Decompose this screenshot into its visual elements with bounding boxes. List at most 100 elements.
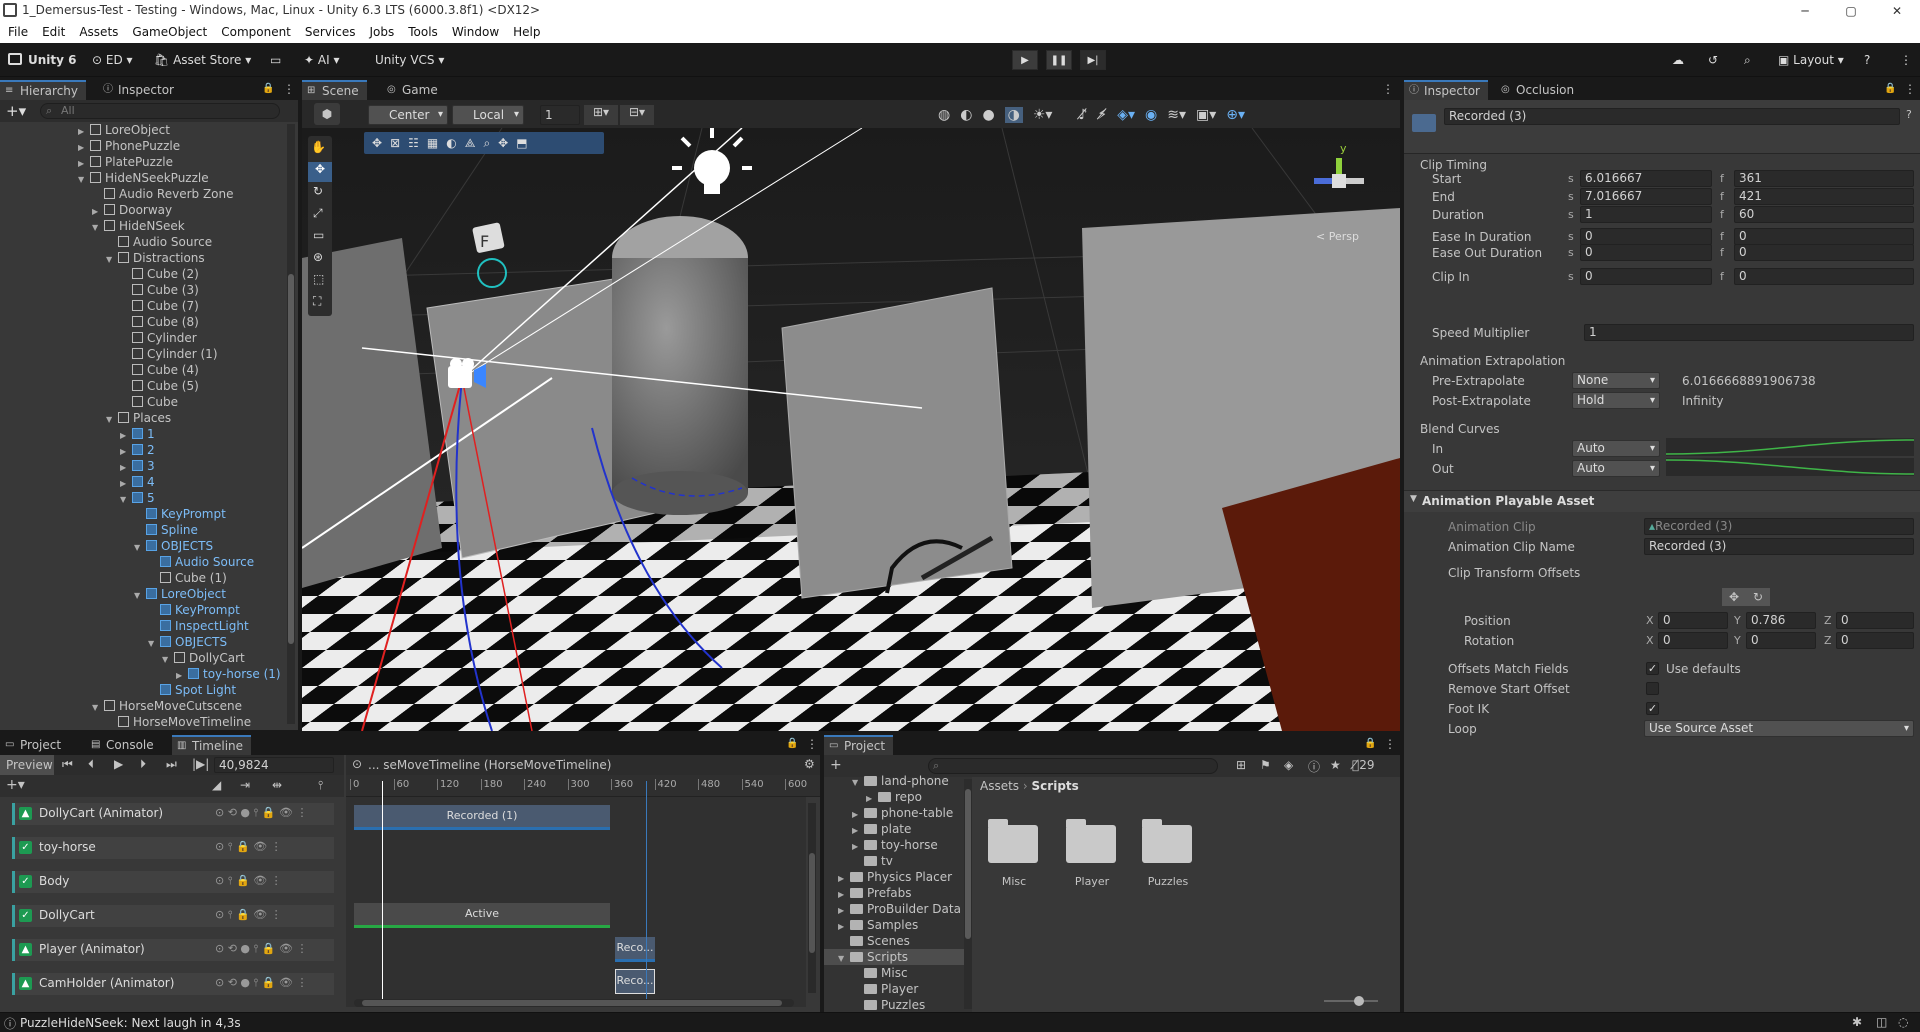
animation-clip-field[interactable]: ▴Recorded (3): [1644, 518, 1914, 535]
search-icon[interactable]: ⌕: [1744, 51, 1751, 69]
expand-down-icon[interactable]: ▼: [120, 492, 132, 508]
timing-frames-field[interactable]: 0: [1734, 228, 1914, 245]
filter-icon[interactable]: ◈: [1284, 758, 1293, 772]
track-controls[interactable]: ⊙ ⟲ ● ⫯ 🔒 👁 ⋮: [215, 942, 307, 956]
lock-icon[interactable]: 🔒: [262, 83, 274, 94]
timeline-track[interactable]: ✓ DollyCart ⊙ ⫯ 🔒 👁 ⋮: [12, 905, 334, 927]
bug-icon[interactable]: ✱: [1852, 1015, 1862, 1029]
position-y-field[interactable]: 0.786: [1746, 612, 1816, 629]
status-message[interactable]: PuzzleHideNSeek: Next laugh in 4,3s: [20, 1016, 241, 1030]
expand-down-icon[interactable]: ▼: [134, 540, 146, 556]
move-tool-icon[interactable]: ✥: [308, 162, 332, 182]
close-button[interactable]: ✕: [1874, 0, 1920, 22]
blend-in-curve[interactable]: [1666, 438, 1914, 456]
prev-frame-icon[interactable]: ⏴: [88, 757, 94, 772]
search-by-label-icon[interactable]: ⚑: [1260, 758, 1271, 772]
overlay-tool-3-icon[interactable]: ☷: [408, 136, 419, 150]
gizmos-icon[interactable]: ⊕▾: [1226, 107, 1245, 123]
ripple-icon[interactable]: ◢: [212, 778, 221, 792]
hierarchy-item[interactable]: ▼ Places: [106, 410, 171, 426]
timeline-h-scroll-thumb[interactable]: [362, 1000, 782, 1006]
menu-services[interactable]: Services: [298, 22, 363, 43]
expand-down-icon[interactable]: ▼: [106, 252, 118, 268]
project-tree-scrollbar[interactable]: [964, 779, 972, 1009]
timing-seconds-field[interactable]: 0: [1580, 244, 1712, 261]
perspective-label[interactable]: < Persp: [1316, 230, 1359, 243]
minimize-button[interactable]: ─: [1782, 0, 1828, 22]
timing-frames-field[interactable]: 0: [1734, 268, 1914, 285]
hierarchy-item[interactable]: ▶ 1: [120, 426, 155, 442]
unity-account-button[interactable]: Unity 6: [8, 51, 77, 69]
hierarchy-item[interactable]: ▶ PlatePuzzle: [78, 154, 173, 170]
custom-tool-icon[interactable]: ⬚: [313, 272, 324, 286]
rotate-tool-icon[interactable]: ↻: [313, 184, 323, 198]
project-tree-item[interactable]: Scenes: [838, 933, 910, 949]
timing-frames-field[interactable]: 0: [1734, 244, 1914, 261]
playhead[interactable]: [382, 781, 383, 1007]
folder-puzzles[interactable]: Puzzles: [1138, 815, 1198, 895]
next-frame-icon[interactable]: ⏵: [140, 757, 146, 772]
hierarchy-item[interactable]: ▼ OBJECTS: [134, 538, 213, 554]
maximize-button[interactable]: ▢: [1828, 0, 1874, 22]
timeline-v-scrollbar[interactable]: [808, 803, 816, 993]
search-by-type-icon[interactable]: ⊞: [1236, 758, 1246, 772]
cache-icon[interactable]: ◫: [1876, 1015, 1887, 1029]
inspector-menu-icon[interactable]: ⋮: [1904, 82, 1916, 96]
clip-recorded-1[interactable]: Recorded (1): [354, 805, 610, 830]
play-range-icon[interactable]: |▶|: [192, 757, 209, 771]
scene-menu-icon[interactable]: ⋮: [1382, 82, 1394, 96]
hierarchy-item[interactable]: KeyPrompt: [134, 506, 226, 522]
track-controls[interactable]: ⊙ ⫯ 🔒 👁 ⋮: [215, 840, 282, 854]
expand-down-icon[interactable]: ▼: [838, 951, 850, 967]
hierarchy-item[interactable]: Cube (7): [120, 298, 199, 314]
remove-start-offset-checkbox[interactable]: [1646, 682, 1659, 695]
use-defaults-checkbox[interactable]: ✓: [1646, 662, 1659, 675]
foot-ik-checkbox[interactable]: ✓: [1646, 702, 1659, 715]
breadcrumb-scripts[interactable]: Scripts: [1032, 779, 1079, 793]
blend-out-dropdown[interactable]: Auto: [1572, 460, 1660, 477]
hierarchy-item[interactable]: ▼ Distractions: [106, 250, 205, 266]
globe-icon[interactable]: ◍: [938, 107, 950, 123]
visibility-icon[interactable]: ◉: [1145, 107, 1157, 123]
track-controls[interactable]: ⊙ ⟲ ● ⫯ 🔒 👁 ⋮: [215, 976, 307, 990]
hierarchy-item[interactable]: Cube (5): [120, 378, 199, 394]
help-icon[interactable]: ?: [1864, 51, 1870, 69]
replace-icon[interactable]: ⇹: [272, 778, 282, 792]
overlay-tool-6-icon[interactable]: ⟁: [465, 136, 476, 151]
breadcrumb-assets[interactable]: Assets: [980, 779, 1019, 793]
timing-seconds-field[interactable]: 1: [1580, 206, 1712, 223]
position-z-field[interactable]: 0: [1836, 612, 1914, 629]
menu-file[interactable]: File: [1, 22, 35, 43]
transform-tool-icon[interactable]: ⊛: [313, 250, 323, 264]
account-dropdown[interactable]: ⊙ ED ▾: [92, 51, 133, 69]
folder-misc[interactable]: Misc: [984, 815, 1044, 895]
project-tree-item[interactable]: Player: [852, 981, 918, 997]
animator-track-icon[interactable]: ▲: [19, 943, 32, 956]
object-name-field[interactable]: Recorded (3): [1444, 108, 1900, 125]
hierarchy-item[interactable]: ▼ 5: [120, 490, 155, 506]
camera-view-icon[interactable]: ▣▾: [1196, 107, 1216, 123]
tab-timeline[interactable]: ▥ Timeline: [172, 735, 252, 755]
favorite-icon[interactable]: ★: [1330, 758, 1341, 772]
timing-seconds-field[interactable]: 6.016667: [1580, 170, 1712, 187]
cloud-icon[interactable]: ☁: [1672, 51, 1684, 69]
expand-down-icon[interactable]: ▼: [148, 636, 160, 652]
timeline-menu-icon[interactable]: ⋮: [806, 737, 818, 751]
hierarchy-item[interactable]: Audio Source: [148, 554, 254, 570]
project-tree-item[interactable]: ▶ toy-horse: [852, 837, 938, 853]
layers-icon[interactable]: ◈▾: [1117, 107, 1135, 123]
track-controls[interactable]: ⊙ ⫯ 🔒 👁 ⋮: [215, 874, 282, 888]
timeline-track[interactable]: ✓ toy-horse ⊙ ⫯ 🔒 👁 ⋮: [12, 837, 334, 859]
loop-dropdown[interactable]: Use Source Asset: [1644, 720, 1914, 737]
timing-frames-field[interactable]: 361: [1734, 170, 1914, 187]
rotation-x-field[interactable]: 0: [1658, 632, 1728, 649]
clip-player-reco[interactable]: Reco...: [615, 937, 655, 962]
project-lock-icon[interactable]: 🔒: [1364, 738, 1376, 749]
timeline-track[interactable]: ▲ DollyCart (Animator) ⊙ ⟲ ● ⫯ 🔒 👁 ⋮: [12, 803, 334, 825]
project-tree-item[interactable]: ▶ plate: [852, 821, 911, 837]
clip-active[interactable]: Active: [354, 903, 610, 928]
animator-track-icon[interactable]: ▲: [19, 807, 32, 820]
tab-project[interactable]: ▭ Project: [824, 735, 894, 755]
track-enabled-checkbox[interactable]: ✓: [19, 909, 32, 922]
timeline-ruler[interactable]: 0 60 120 180 240 300 360 420 480 540 600: [346, 775, 820, 797]
